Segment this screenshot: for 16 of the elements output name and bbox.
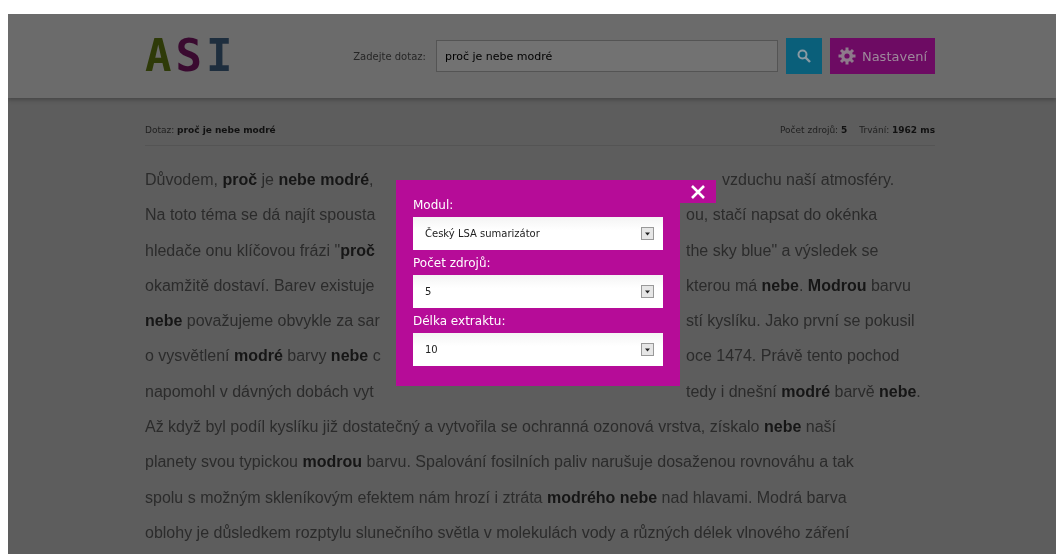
- field-label: Délka extraktu:: [413, 313, 507, 329]
- close-button[interactable]: [680, 180, 716, 203]
- dropdown-field[interactable]: 10: [413, 333, 663, 366]
- query-summary: Dotaz: proč je nebe modré: [145, 125, 276, 135]
- search-icon: [796, 49, 811, 63]
- dropdown-field[interactable]: Český LSA sumarizátor: [413, 217, 663, 250]
- dropdown-field[interactable]: 5: [413, 275, 663, 308]
- stat-text: Počet zdrojů: 5: [779, 125, 848, 135]
- logo: ASI: [145, 34, 237, 78]
- field-label: Modul:: [413, 197, 455, 213]
- field-label: Počet zdrojů:: [413, 255, 492, 271]
- search-field[interactable]: proč je nebe modré: [435, 40, 778, 72]
- settings-button[interactable]: Nastavení: [829, 38, 935, 74]
- close-icon: [691, 184, 705, 199]
- search-label: Zadejte dotaz:: [353, 50, 426, 62]
- gear-icon: [837, 47, 856, 65]
